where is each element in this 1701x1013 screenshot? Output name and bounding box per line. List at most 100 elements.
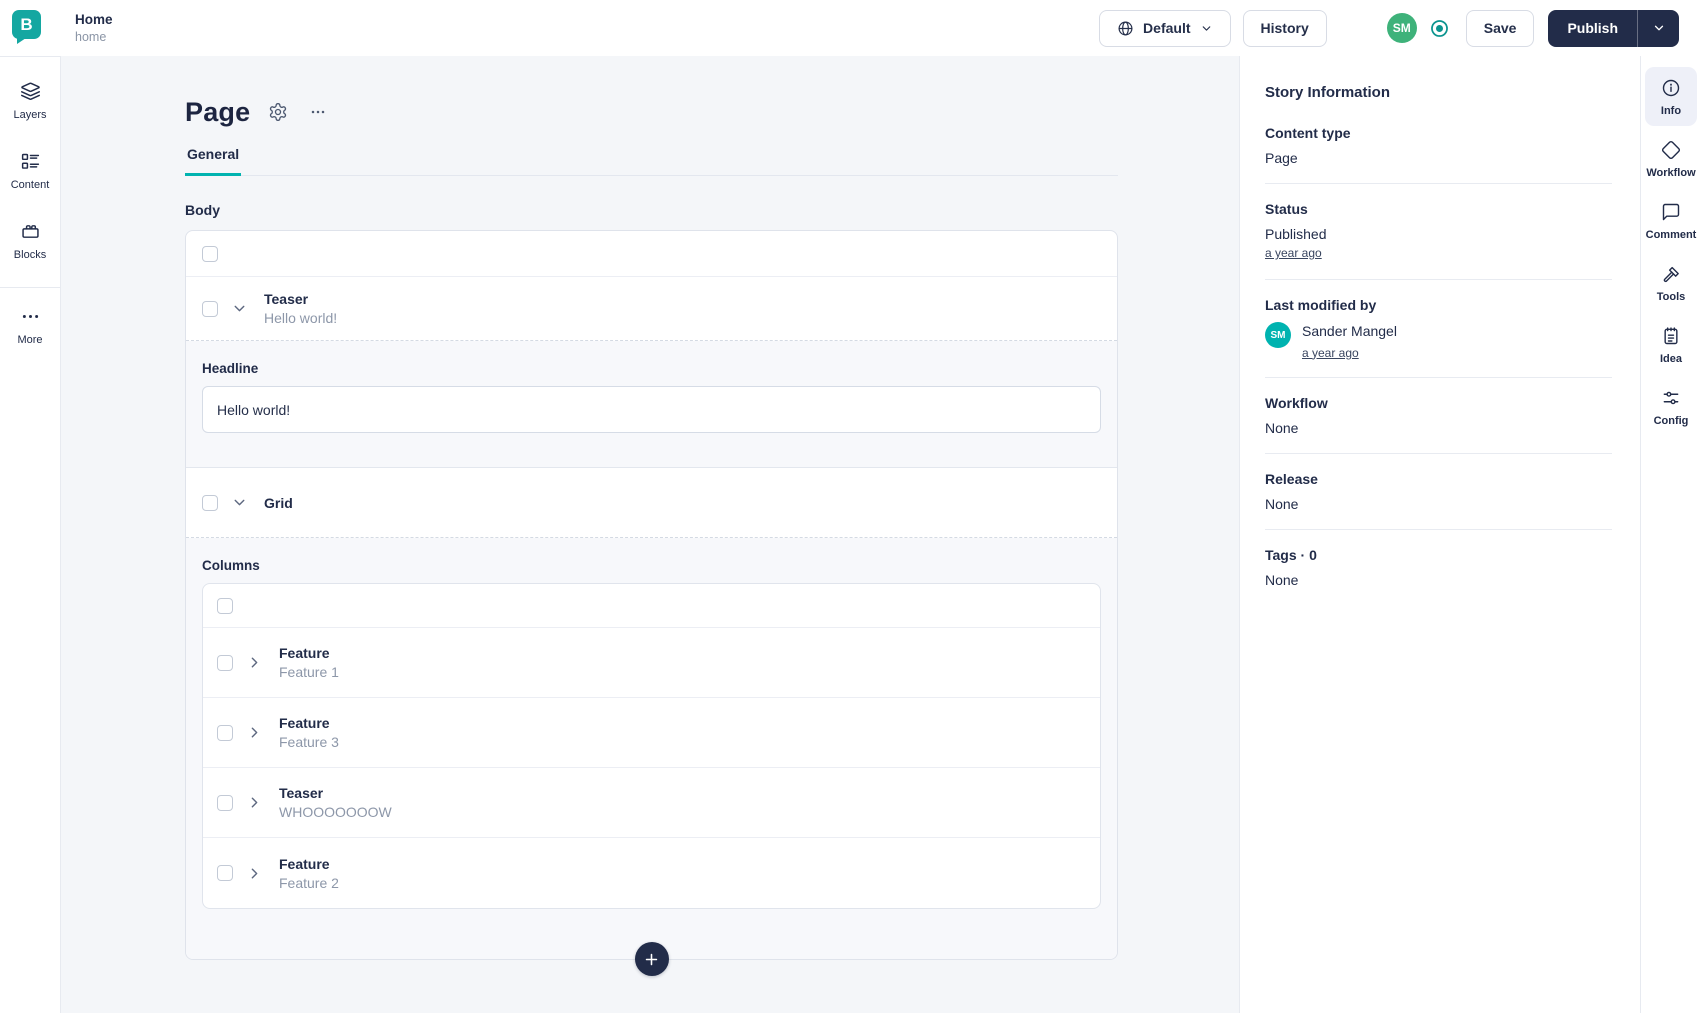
content-type-value: Page	[1265, 150, 1298, 166]
sidebar-item-more[interactable]: More	[17, 302, 43, 350]
expand-block-button[interactable]	[246, 794, 266, 811]
comment-bubble-icon	[1661, 202, 1681, 222]
divider	[1265, 528, 1612, 530]
sidebar-item-blocks[interactable]: Blocks	[14, 217, 46, 265]
workflow-diamond-icon	[1661, 140, 1681, 160]
block-preview: Feature 1	[279, 664, 339, 680]
status-time-link[interactable]: a year ago	[1265, 246, 1322, 260]
publish-button[interactable]: Publish	[1548, 9, 1637, 47]
tags-value: None	[1265, 571, 1299, 588]
chevron-right-icon	[246, 794, 266, 811]
workflow-value: None	[1265, 419, 1299, 436]
modifier-name: Sander Mangel	[1302, 323, 1397, 339]
release-value: None	[1265, 495, 1299, 512]
left-sidebar: Layers Content Blocks More	[0, 56, 61, 1013]
status-value: Published	[1265, 226, 1327, 242]
sidebar-item-layers[interactable]: Layers	[13, 77, 47, 125]
layers-icon	[20, 81, 41, 102]
release-label: Release	[1265, 470, 1318, 487]
language-selector-button[interactable]: Default	[1099, 9, 1231, 47]
rail-item-idea[interactable]: Idea	[1645, 315, 1697, 374]
expand-block-button[interactable]	[246, 724, 266, 741]
select-all-row	[186, 231, 1117, 277]
body-field-label: Body	[185, 202, 220, 218]
block-checkbox[interactable]	[217, 794, 233, 811]
headline-field-label: Headline	[202, 361, 259, 376]
grid-block-checkbox[interactable]	[202, 494, 218, 511]
columns-select-all-checkbox[interactable]	[217, 597, 233, 614]
block-checkbox[interactable]	[217, 724, 233, 741]
modified-time-link[interactable]: a year ago	[1302, 346, 1397, 360]
block-checkbox[interactable]	[217, 654, 233, 671]
story-slug: home	[75, 30, 107, 44]
body-blocks-card: Teaser Hello world! Headline Grid Column…	[185, 230, 1118, 976]
user-avatar[interactable]: SM	[1386, 13, 1417, 43]
add-block-button[interactable]	[634, 942, 669, 976]
block-name: Grid	[264, 494, 293, 511]
divider	[1265, 452, 1612, 454]
story-info-panel: Story Information Content type Page Stat…	[1239, 56, 1640, 1013]
history-button[interactable]: History	[1242, 9, 1327, 47]
publish-options-button[interactable]	[1637, 9, 1679, 47]
hammer-icon	[1661, 264, 1681, 284]
grid-expanded-panel: Columns Feature Feature 1 Feature Featur…	[186, 538, 1117, 959]
content-type-label: Content type	[1265, 125, 1351, 141]
columns-select-all-row	[203, 584, 1100, 628]
rail-item-workflow[interactable]: Workflow	[1645, 129, 1697, 188]
expand-block-button[interactable]	[246, 654, 266, 671]
notepad-icon	[1661, 326, 1681, 346]
story-title: Home	[75, 12, 113, 27]
rail-item-comment[interactable]: Comment	[1645, 191, 1697, 250]
expand-block-button[interactable]	[246, 865, 266, 882]
status-label: Status	[1265, 201, 1308, 217]
divider	[1265, 376, 1612, 378]
collapse-grid-button[interactable]	[231, 494, 251, 511]
teaser-block-row[interactable]: Teaser Hello world!	[186, 277, 1117, 341]
rail-item-info[interactable]: Info	[1645, 67, 1697, 126]
block-name: Feature	[279, 715, 330, 731]
feature-block-row[interactable]: Feature Feature 2	[203, 838, 1100, 908]
sliders-icon	[1661, 388, 1681, 408]
teaser-expanded-panel: Headline	[186, 341, 1117, 468]
more-options-button[interactable]	[306, 100, 330, 124]
save-button[interactable]: Save	[1465, 9, 1535, 47]
blocks-icon	[20, 221, 41, 242]
collapse-teaser-button[interactable]	[231, 300, 251, 317]
chevron-down-icon	[1200, 22, 1213, 35]
storyblok-logo[interactable]: B	[12, 10, 41, 39]
rail-item-tools[interactable]: Tools	[1645, 253, 1697, 312]
feature-block-row[interactable]: Feature Feature 3	[203, 698, 1100, 768]
rail-item-config[interactable]: Config	[1645, 377, 1697, 436]
headline-input[interactable]	[202, 386, 1101, 433]
content-icon	[20, 151, 41, 172]
feature-block-row[interactable]: Feature Feature 1	[203, 628, 1100, 698]
select-all-checkbox[interactable]	[202, 245, 218, 262]
teaser-block-row[interactable]: Teaser WHOOOOOOOW	[203, 768, 1100, 838]
topbar-actions: Default History SM Save Publish	[1099, 9, 1701, 47]
tab-general[interactable]: General	[185, 146, 242, 176]
block-name: Teaser	[264, 291, 309, 307]
block-preview: Feature 2	[279, 874, 339, 891]
divider	[1265, 279, 1612, 280]
chevron-down-icon	[231, 494, 251, 511]
block-checkbox[interactable]	[217, 865, 233, 881]
columns-field-label: Columns	[202, 558, 260, 573]
workflow-label: Workflow	[1265, 394, 1328, 411]
divider	[1265, 183, 1612, 184]
publish-split-button: Publish	[1548, 9, 1679, 47]
editor-tabs: General	[185, 146, 1118, 176]
sidebar-item-content[interactable]: Content	[11, 147, 49, 195]
block-preview: Feature 3	[279, 734, 339, 750]
live-status-icon[interactable]	[1429, 18, 1450, 39]
sidebar-divider	[0, 287, 60, 288]
editor-area: Page General Body Teaser Hello world! He…	[61, 56, 1239, 1013]
teaser-block-checkbox[interactable]	[202, 300, 218, 317]
block-preview: WHOOOOOOOW	[279, 804, 392, 820]
chevron-down-icon	[231, 300, 251, 317]
block-settings-button[interactable]	[266, 100, 290, 124]
page-title: Page	[185, 96, 251, 127]
info-icon	[1661, 78, 1681, 98]
grid-block-row[interactable]: Grid	[186, 468, 1117, 538]
ellipsis-icon	[308, 102, 328, 122]
block-preview: Hello world!	[264, 310, 338, 326]
